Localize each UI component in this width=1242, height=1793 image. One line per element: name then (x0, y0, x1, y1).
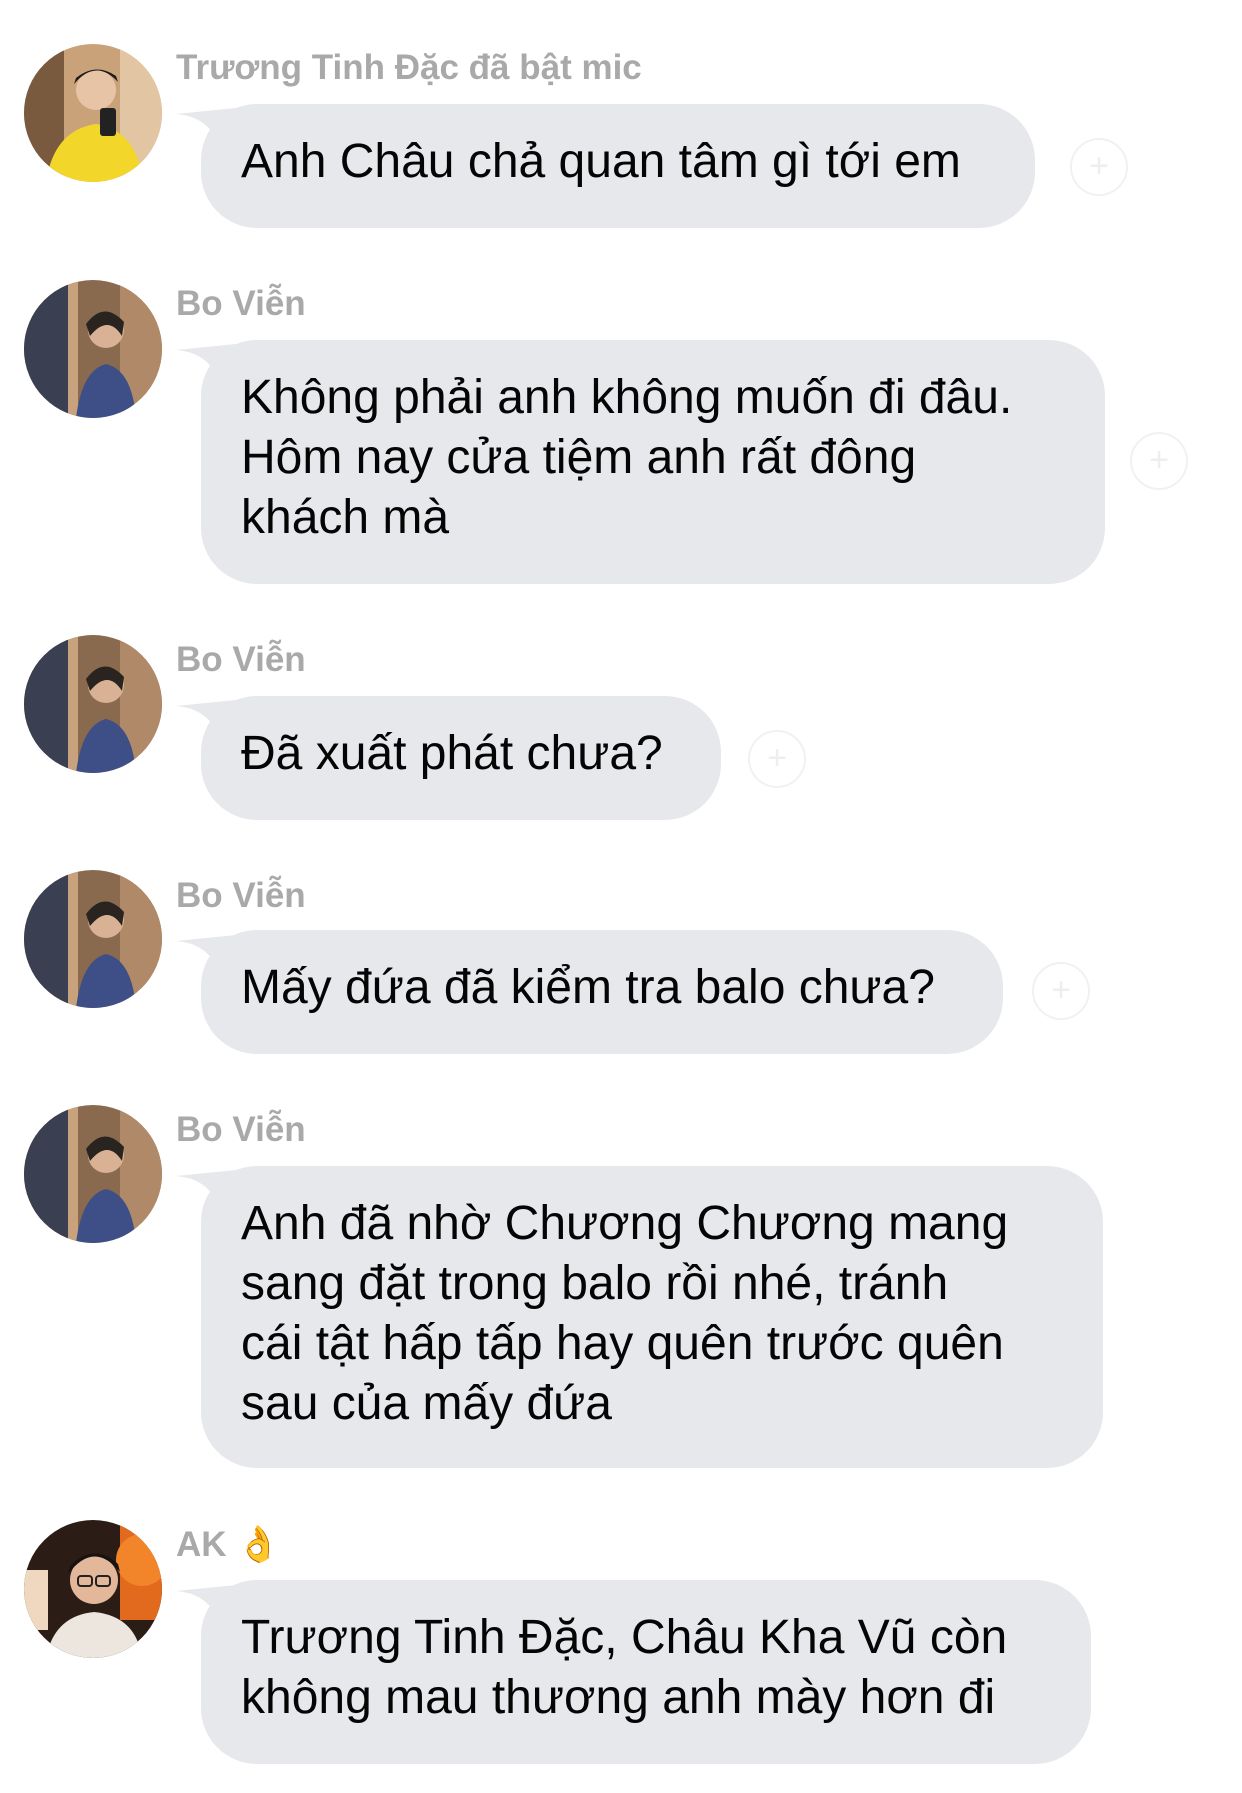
message-bubble[interactable]: Trương Tinh Đặc, Châu Kha Vũ còn không m… (201, 1580, 1091, 1764)
message-line: khách mà (241, 491, 450, 544)
message-bubble[interactable]: Không phải anh không muốn đi đâu. Hôm na… (201, 340, 1105, 584)
sender-name: Bo Viễn (176, 1110, 306, 1149)
sender-name: AK 👌 (176, 1524, 280, 1565)
message-line: Mấy đứa đã kiểm tra balo chưa? (241, 961, 935, 1014)
message-line: Trương Tinh Đặc, Châu Kha Vũ còn (241, 1611, 1008, 1664)
message-line: Anh Châu chả quan tâm gì tới em (241, 135, 961, 188)
plus-icon[interactable]: + (748, 730, 806, 788)
message-line: Không phải anh không muốn đi đâu. (241, 371, 1013, 424)
avatar-ak[interactable] (24, 1520, 162, 1658)
message-bubble[interactable]: Đã xuất phát chưa? (201, 696, 721, 820)
sender-name: Bo Viễn (176, 640, 306, 679)
avatar-bo-vien[interactable] (24, 280, 162, 418)
sender-name-text: AK (176, 1525, 227, 1564)
avatar-image (24, 635, 162, 773)
message-line: không mau thương anh mày hơn đi (241, 1671, 996, 1724)
message-bubble[interactable]: Anh đã nhờ Chương Chương mang sang đặt t… (201, 1166, 1103, 1468)
avatar-image (24, 280, 162, 418)
plus-icon[interactable]: + (1130, 432, 1188, 490)
message-line: Hôm nay cửa tiệm anh rất đông (241, 431, 917, 484)
plus-icon[interactable]: + (1032, 962, 1090, 1020)
message-line: sang đặt trong balo rồi nhé, tránh (241, 1257, 949, 1310)
avatar-image (24, 1105, 162, 1243)
plus-icon[interactable]: + (1070, 138, 1128, 196)
avatar-truong-tinh-dac[interactable] (24, 44, 162, 182)
sender-name: Trương Tinh Đặc đã bật mic (176, 48, 642, 87)
message-bubble[interactable]: Mấy đứa đã kiểm tra balo chưa? (201, 930, 1003, 1054)
avatar-image (24, 44, 162, 182)
message-line: cái tật hấp tấp hay quên trước quên (241, 1317, 1004, 1370)
avatar-bo-vien[interactable] (24, 635, 162, 773)
message-bubble[interactable]: Anh Châu chả quan tâm gì tới em (201, 104, 1035, 228)
message-line: sau của mấy đứa (241, 1377, 612, 1430)
avatar-image (24, 1520, 162, 1658)
avatar-bo-vien[interactable] (24, 1105, 162, 1243)
message-line: Đã xuất phát chưa? (241, 727, 663, 780)
message-line: Anh đã nhờ Chương Chương mang (241, 1197, 1009, 1250)
sender-name: Bo Viễn (176, 876, 306, 915)
ok-hand-emoji: 👌 (236, 1525, 281, 1564)
avatar-bo-vien[interactable] (24, 870, 162, 1008)
sender-name: Bo Viễn (176, 284, 306, 323)
avatar-image (24, 870, 162, 1008)
